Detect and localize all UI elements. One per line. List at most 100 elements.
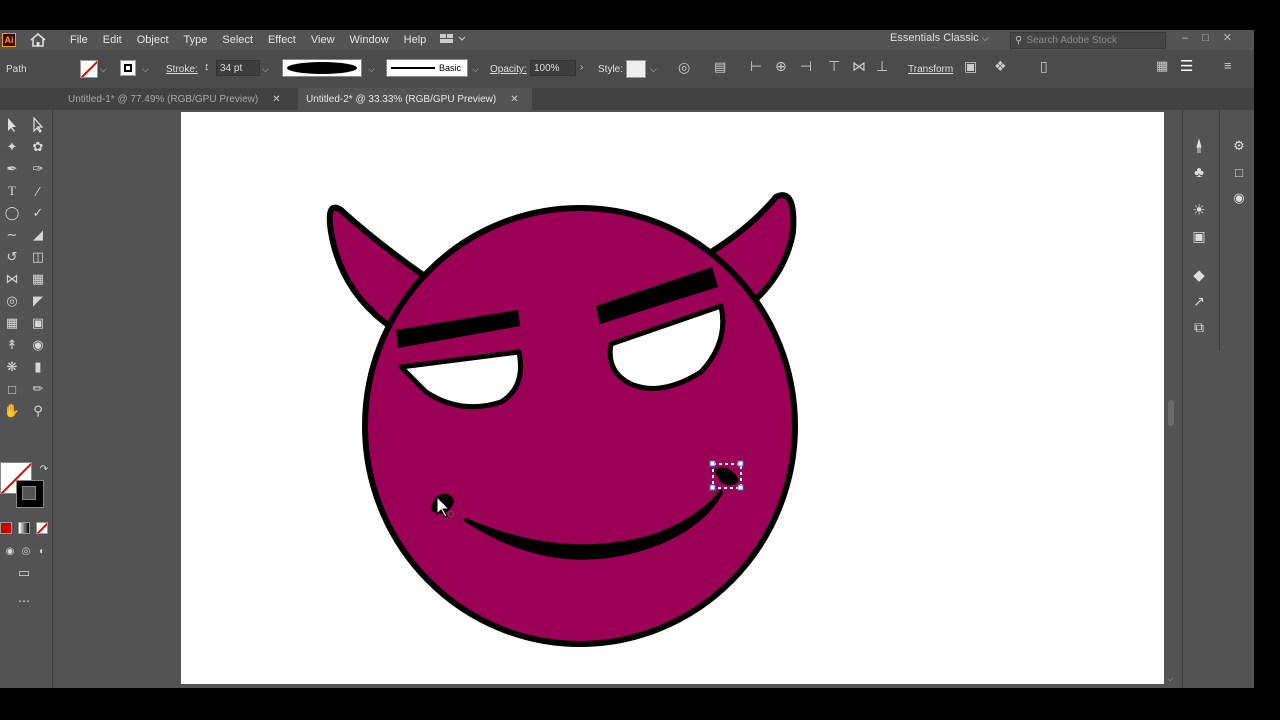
home-icon[interactable]: [28, 32, 48, 48]
draw-inside-icon[interactable]: ◐: [32, 542, 52, 560]
slice-tool-icon[interactable]: ✏: [28, 380, 48, 398]
arrange-icon[interactable]: ▯: [1040, 58, 1048, 75]
align-top-icon[interactable]: ⊤: [828, 58, 840, 75]
canvas-area[interactable]: [60, 110, 1174, 688]
stroke-weight-dropdown-icon[interactable]: ⌵: [262, 64, 269, 75]
menu-edit[interactable]: Edit: [103, 34, 122, 46]
swatches-icon[interactable]: ◉: [1229, 188, 1249, 208]
profile-dropdown-icon[interactable]: ⌵: [368, 64, 375, 75]
align-center-icon[interactable]: ⊕: [775, 58, 787, 75]
stroke-color-box[interactable]: [16, 480, 44, 508]
variable-width-profile[interactable]: [282, 59, 362, 77]
shaper-tool-icon[interactable]: ∼: [2, 226, 22, 244]
arrange-documents-icon[interactable]: [440, 33, 466, 48]
puppet-warp-icon[interactable]: ❖: [994, 58, 1007, 75]
menu-object[interactable]: Object: [137, 34, 169, 46]
graphic-style-swatch[interactable]: [626, 60, 646, 78]
symbols-icon[interactable]: ♣: [1189, 162, 1209, 182]
opacity-field[interactable]: 100%: [530, 60, 576, 76]
line-tool-icon[interactable]: ∕: [28, 182, 48, 200]
export-icon[interactable]: ↗: [1189, 291, 1209, 311]
properties-icon[interactable]: ⚙: [1229, 136, 1249, 156]
stock-search-input[interactable]: ⚲ Search Adobe Stock: [1010, 32, 1166, 49]
zoom-tool-icon[interactable]: ⚲: [28, 402, 48, 420]
artboard[interactable]: [181, 112, 1164, 684]
hand-tool-icon[interactable]: ✋: [2, 402, 22, 420]
selection-tool-icon[interactable]: [2, 116, 22, 134]
isolate-object-icon[interactable]: ▣: [964, 58, 977, 75]
layers-icon[interactable]: ◆: [1189, 265, 1209, 285]
panel-toggle-icon[interactable]: ▦: [1156, 58, 1168, 74]
menu-type[interactable]: Type: [184, 34, 208, 46]
graphic-styles-icon[interactable]: ▣: [1189, 226, 1209, 246]
libraries-icon[interactable]: □: [1229, 162, 1249, 182]
tab-untitled-2[interactable]: Untitled-2* @ 33.33% (RGB/GPU Preview) ✕: [298, 88, 532, 110]
perspective-grid-icon[interactable]: ◤: [28, 292, 48, 310]
menu-file[interactable]: File: [70, 34, 88, 46]
close-icon[interactable]: ✕: [272, 94, 280, 105]
eraser-icon[interactable]: ◢: [28, 226, 48, 244]
symbol-sprayer-icon[interactable]: ❋: [2, 358, 22, 376]
eyedropper-icon[interactable]: ↟: [2, 336, 22, 354]
close-icon[interactable]: ✕: [510, 94, 518, 105]
direct-selection-tool-icon[interactable]: [28, 116, 48, 134]
menu-help[interactable]: Help: [404, 34, 427, 46]
swap-colors-icon[interactable]: ↷: [34, 460, 54, 478]
scale-tool-icon[interactable]: ◫: [28, 248, 48, 266]
menu-select[interactable]: Select: [222, 34, 253, 46]
type-tool-icon[interactable]: T: [2, 182, 22, 200]
gradient-tool-icon[interactable]: ▣: [28, 314, 48, 332]
lasso-icon[interactable]: ✿: [28, 138, 48, 156]
align-bottom-icon[interactable]: ⊥: [876, 58, 888, 75]
brushes-icon[interactable]: [1189, 136, 1209, 156]
blend-tool-icon[interactable]: ◉: [28, 336, 48, 354]
scroll-down-icon[interactable]: ⌵: [1167, 674, 1173, 684]
width-tool-icon[interactable]: ⋈: [2, 270, 22, 288]
opacity-label[interactable]: Opacity:: [490, 64, 527, 75]
more-tools-icon[interactable]: ⋯: [14, 592, 34, 610]
curvature-tool-icon[interactable]: ✑: [28, 160, 48, 178]
brush-dropdown-icon[interactable]: ⌵: [472, 64, 479, 75]
tab-untitled-1[interactable]: Untitled-1* @ 77.49% (RGB/GPU Preview) ✕: [60, 88, 298, 110]
menu-effect[interactable]: Effect: [268, 34, 296, 46]
fill-swatch[interactable]: [80, 60, 98, 78]
appearance-icon[interactable]: ☀: [1189, 200, 1209, 220]
vertical-scrollbar[interactable]: ⌵: [1166, 110, 1176, 688]
column-graph-icon[interactable]: ▮: [28, 358, 48, 376]
color-mode-icon[interactable]: [0, 522, 12, 534]
paintbrush-icon[interactable]: ✓: [28, 204, 48, 222]
menu-view[interactable]: View: [311, 34, 335, 46]
align-left-icon[interactable]: ⊢: [750, 58, 762, 75]
rotate-tool-icon[interactable]: ↺: [2, 248, 22, 266]
workspace-switcher[interactable]: Essentials Classic ⌵: [890, 32, 989, 44]
none-mode-icon[interactable]: [36, 522, 48, 534]
magic-wand-icon[interactable]: ✦: [2, 138, 22, 156]
brush-definition[interactable]: Basic: [386, 59, 468, 77]
stroke-swatch[interactable]: [120, 60, 136, 76]
ellipse-tool-icon[interactable]: ◯: [2, 204, 22, 222]
fill-dropdown-icon[interactable]: ⌵: [100, 64, 107, 75]
transform-link[interactable]: Transform: [908, 64, 953, 75]
stroke-stepper-icon[interactable]: ↕: [204, 61, 210, 73]
scrollbar-thumb[interactable]: [1168, 400, 1174, 426]
free-transform-icon[interactable]: ▦: [28, 270, 48, 288]
opacity-arrow-icon[interactable]: ›: [580, 62, 583, 73]
artboard-tool-icon[interactable]: □: [2, 380, 22, 398]
stroke-dropdown-icon[interactable]: ⌵: [142, 64, 149, 75]
mesh-tool-icon[interactable]: ▦: [2, 314, 22, 332]
shape-builder-icon[interactable]: ◎: [2, 292, 22, 310]
recolor-artwork-icon[interactable]: ◎: [678, 59, 690, 76]
pen-tool-icon[interactable]: ✒: [2, 160, 22, 178]
align-right-icon[interactable]: ⊣: [800, 58, 812, 75]
gradient-mode-icon[interactable]: [18, 522, 30, 534]
stroke-label[interactable]: Stroke:: [166, 64, 198, 75]
control-menu-icon[interactable]: ≡: [1224, 58, 1232, 73]
artboards-icon[interactable]: ⧉: [1189, 317, 1209, 337]
window-controls[interactable]: –□✕: [1182, 31, 1246, 44]
control-options-icon[interactable]: ☰: [1180, 57, 1193, 75]
stroke-weight-field[interactable]: 34 pt: [216, 60, 260, 76]
menu-window[interactable]: Window: [350, 34, 389, 46]
screen-mode-icon[interactable]: ▭: [14, 564, 34, 582]
style-dropdown-icon[interactable]: ⌵: [650, 64, 657, 75]
align-middle-icon[interactable]: ⋈: [852, 58, 866, 75]
